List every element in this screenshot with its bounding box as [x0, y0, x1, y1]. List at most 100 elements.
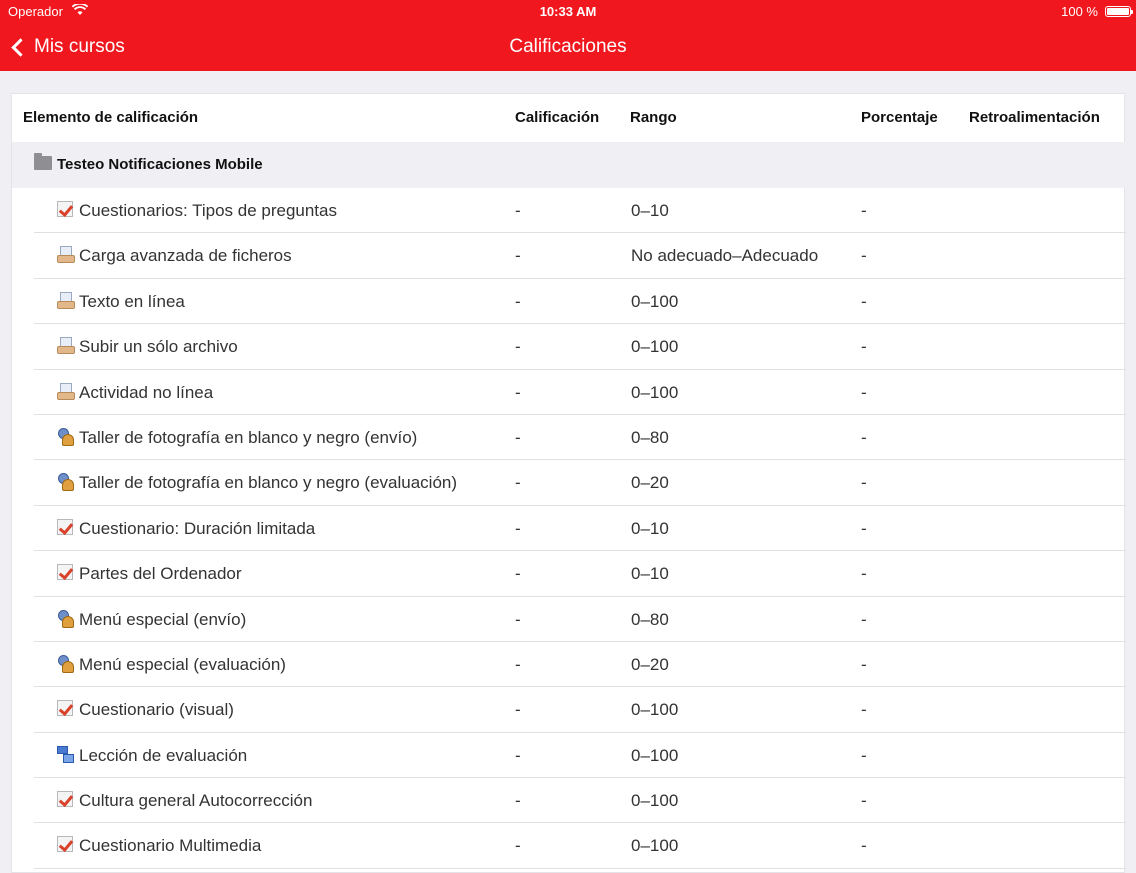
- workshop-icon: [57, 654, 74, 673]
- folder-icon: [34, 153, 52, 170]
- quiz-icon: [57, 518, 73, 535]
- category-name: Testeo Notificaciones Mobile: [57, 156, 263, 173]
- quiz-icon: [57, 791, 73, 808]
- percentage-value: -: [861, 791, 867, 811]
- grade-value: -: [515, 246, 521, 266]
- quiz-icon: [57, 564, 73, 581]
- item-name[interactable]: Cuestionario: Duración limitada: [79, 506, 315, 551]
- quiz-icon: [57, 700, 73, 717]
- range-value: 0–10: [631, 201, 669, 220]
- workshop-icon: [57, 427, 74, 446]
- clock: 10:33 AM: [539, 4, 597, 19]
- assignment-icon: [57, 291, 75, 309]
- table-row[interactable]: Texto en línea - 0–100 -: [34, 279, 1126, 325]
- percentage-value: -: [861, 473, 867, 493]
- range-value: 0–100: [631, 745, 679, 765]
- quiz-icon: [57, 201, 73, 217]
- table-row[interactable]: Taller de fotografía en blanco y negro (…: [34, 460, 1126, 506]
- table-row[interactable]: Carga avanzada de ficheros - No adecuado–A…: [34, 233, 1126, 279]
- table-row[interactable]: Cuestionarios: Tipos de preguntas - 0–10 -: [34, 188, 1126, 234]
- item-name[interactable]: Partes del Ordenador: [79, 551, 242, 596]
- percentage-value: -: [861, 337, 867, 357]
- item-name[interactable]: Taller de fotografía en blanco y negro (…: [79, 415, 417, 460]
- range-value: 0–80: [631, 609, 669, 629]
- grade-value: -: [515, 201, 521, 220]
- app-header: Operador 10:33 AM 100 % Mis cursos Calif…: [0, 0, 1136, 71]
- percentage-value: -: [861, 654, 867, 674]
- grade-value: -: [515, 473, 521, 493]
- item-name[interactable]: Cuestionario Multimedia: [79, 823, 261, 868]
- percentage-value: -: [861, 246, 867, 266]
- range-value: 0–100: [631, 337, 679, 357]
- table-row[interactable]: Menú especial (envío) - 0–80 -: [34, 597, 1126, 642]
- table-row[interactable]: Actividad no línea - 0–100 -: [34, 370, 1126, 415]
- grade-value: -: [515, 700, 521, 720]
- workshop-icon: [57, 609, 74, 628]
- battery-percentage: 100 %: [1061, 4, 1098, 19]
- item-name[interactable]: Menú especial (envío): [79, 597, 246, 642]
- column-header-grade: Calificación: [515, 109, 600, 126]
- percentage-value: -: [861, 382, 867, 402]
- table-row[interactable]: Cuestionario Multimedia - 0–100 -: [34, 823, 1126, 869]
- column-header-item: Elemento de calificación: [23, 109, 199, 126]
- table-row[interactable]: Menú especial (evaluación) - 0–20 -: [34, 642, 1126, 688]
- percentage-value: -: [861, 564, 867, 584]
- range-value: 0–100: [631, 836, 679, 856]
- status-bar: Operador 10:33 AM 100 %: [0, 2, 1136, 20]
- assignment-icon: [57, 246, 75, 264]
- battery-icon: [1105, 6, 1133, 17]
- percentage-value: -: [861, 609, 867, 629]
- quiz-icon: [57, 836, 73, 853]
- percentage-value: -: [861, 201, 867, 220]
- item-name[interactable]: Cuestionario (visual): [79, 687, 234, 732]
- item-name[interactable]: Taller de fotografía en blanco y negro (…: [79, 460, 457, 505]
- workshop-icon: [57, 473, 74, 492]
- percentage-value: -: [861, 700, 867, 720]
- grade-value: -: [515, 836, 521, 856]
- grade-value: -: [515, 427, 521, 447]
- table-row[interactable]: Cultura general Autocorrección - 0–100 -: [34, 778, 1126, 824]
- range-value: 0–20: [631, 473, 669, 493]
- grade-value: -: [515, 609, 521, 629]
- item-name[interactable]: Actividad no línea: [79, 370, 213, 415]
- range-value: 0–10: [631, 564, 669, 584]
- range-value: 0–100: [631, 382, 679, 402]
- percentage-value: -: [861, 427, 867, 447]
- table-row[interactable]: Cuestionario: Duración limitada - 0–10 -: [34, 506, 1126, 552]
- range-value: 0–100: [631, 291, 679, 311]
- item-name[interactable]: Lección de evaluación: [79, 733, 247, 778]
- column-header-range: Rango: [630, 109, 677, 126]
- column-header-percentage: Porcentaje: [861, 109, 938, 126]
- column-header-feedback: Retroalimentación: [969, 109, 1100, 126]
- grade-value: -: [515, 337, 521, 357]
- table-row[interactable]: Lección de evaluación - 0–100 -: [34, 733, 1126, 779]
- category-row: Testeo Notificaciones Mobile: [12, 142, 1126, 188]
- range-value: 0–100: [631, 700, 679, 720]
- table-row[interactable]: Partes del Ordenador - 0–10 -: [34, 551, 1126, 597]
- grade-value: -: [515, 564, 521, 584]
- table-row[interactable]: Subir un sólo archivo - 0–100 -: [34, 324, 1126, 370]
- grade-value: -: [515, 518, 521, 538]
- item-name[interactable]: Subir un sólo archivo: [79, 324, 238, 369]
- table-row[interactable]: Taller de fotografía en blanco y negro (…: [34, 415, 1126, 461]
- range-value: No adecuado–Adecuado: [631, 246, 819, 266]
- range-value: 0–10: [631, 518, 669, 538]
- grades-table: Elemento de calificación Calificación Ra…: [11, 93, 1126, 873]
- percentage-value: -: [861, 836, 867, 856]
- item-name[interactable]: Texto en línea: [79, 279, 185, 324]
- percentage-value: -: [861, 291, 867, 311]
- lesson-icon: [57, 745, 74, 763]
- grade-value: -: [515, 382, 521, 402]
- item-name[interactable]: Cultura general Autocorrección: [79, 778, 312, 823]
- grade-value: -: [515, 291, 521, 311]
- grade-items-list: Cuestionarios: Tipos de preguntas -0–10- C…: [34, 188, 1126, 869]
- item-name[interactable]: Cuestionarios: Tipos de preguntas: [79, 188, 337, 233]
- grade-value: -: [515, 654, 521, 674]
- item-name[interactable]: Menú especial (evaluación): [79, 642, 286, 687]
- percentage-value: -: [861, 518, 867, 538]
- table-row[interactable]: Cuestionario (visual) - 0–100 -: [34, 687, 1126, 733]
- page-title: Calificaciones: [509, 36, 627, 57]
- range-value: 0–20: [631, 654, 669, 674]
- item-name[interactable]: Carga avanzada de ficheros: [79, 233, 292, 278]
- percentage-value: -: [861, 745, 867, 765]
